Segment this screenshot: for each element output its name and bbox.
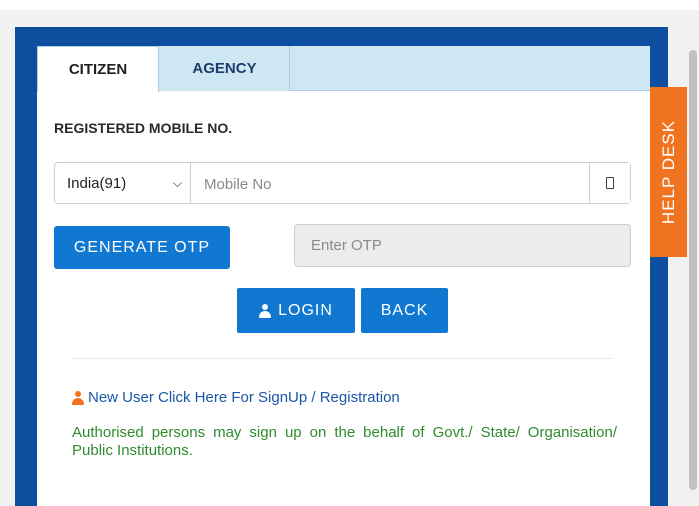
login-button[interactable]: LOGIN xyxy=(237,288,355,333)
phone-input-group: India(91) ⌵ xyxy=(54,162,631,205)
otp-input[interactable] xyxy=(294,224,631,267)
scrollbar[interactable] xyxy=(687,10,699,506)
back-button[interactable]: BACK xyxy=(361,288,448,333)
chevron-down-icon: ⌵ xyxy=(172,176,182,190)
signup-note: Authorised persons may sign up on the be… xyxy=(72,424,617,459)
divider xyxy=(72,358,612,359)
mobile-phone-icon xyxy=(589,163,630,203)
login-button-label: LOGIN xyxy=(278,301,333,319)
tab-agency[interactable]: AGENCY xyxy=(160,46,290,91)
mobile-number-input[interactable] xyxy=(192,163,606,205)
signup-link[interactable]: New User Click Here For SignUp / Registr… xyxy=(72,389,400,406)
tab-bar: CITIZEN AGENCY xyxy=(37,46,650,92)
help-desk-label: HELP DESK xyxy=(658,119,678,225)
generate-otp-button[interactable]: GENERATE OTP xyxy=(54,226,230,269)
user-icon xyxy=(259,303,272,318)
top-strip xyxy=(0,0,699,10)
signup-link-text: New User Click Here For SignUp / Registr… xyxy=(88,389,400,406)
help-desk-button[interactable]: HELP DESK xyxy=(650,87,687,257)
user-icon xyxy=(72,391,84,405)
country-code-value: India(91) xyxy=(67,174,127,192)
country-code-select[interactable]: India(91) ⌵ xyxy=(55,163,191,203)
mobile-label: REGISTERED MOBILE NO. xyxy=(54,120,233,136)
tab-citizen[interactable]: CITIZEN xyxy=(37,46,159,92)
scrollbar-thumb[interactable] xyxy=(689,50,697,490)
